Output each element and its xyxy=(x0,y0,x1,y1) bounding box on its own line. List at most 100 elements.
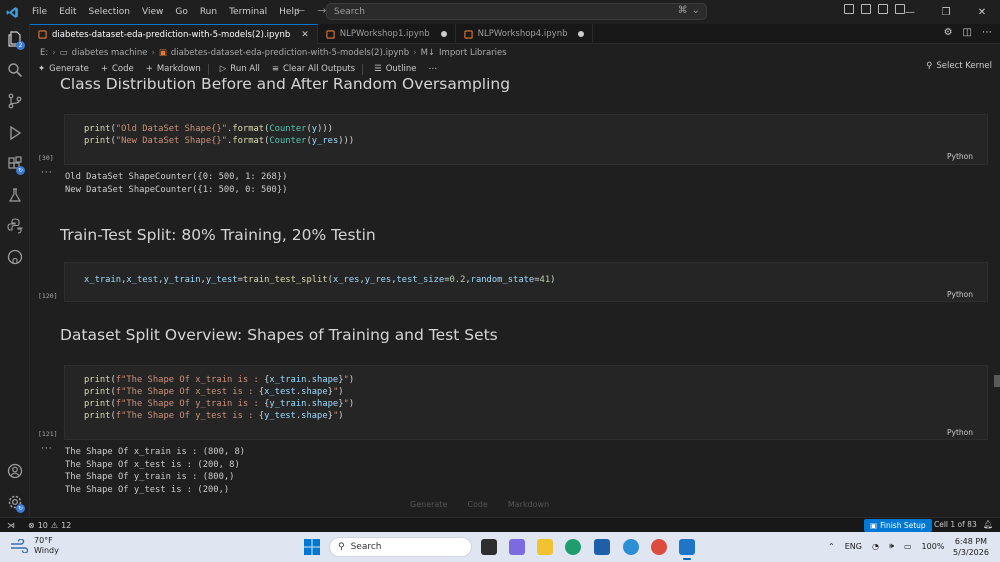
tab-diabetes-notebook[interactable]: diabetes-dataset-eda-prediction-with-5-m… xyxy=(30,24,318,44)
error-icon: ⊗ xyxy=(28,520,35,530)
split-editor-icon[interactable]: ◫ xyxy=(963,27,972,38)
store-app-icon[interactable] xyxy=(594,539,610,555)
file-explorer-icon[interactable] xyxy=(537,539,553,555)
copilot-app-icon[interactable] xyxy=(509,539,525,555)
system-clock[interactable]: 6:48 PM 5/3/2026 xyxy=(953,536,989,558)
run-debug-icon[interactable] xyxy=(7,125,23,141)
tab-label: diabetes-dataset-eda-prediction-with-5-m… xyxy=(52,29,291,40)
copilot-icon[interactable]: ⌘ xyxy=(678,5,688,16)
search-icon[interactable] xyxy=(7,62,23,78)
unsaved-dot-icon[interactable] xyxy=(578,31,585,37)
code-cell-121[interactable]: print(f"The Shape Of x_train is : {x_tra… xyxy=(64,365,988,440)
clock-time: 6:48 PM xyxy=(954,537,988,546)
chrome-browser-icon[interactable] xyxy=(651,539,667,555)
edge-browser-icon[interactable] xyxy=(565,539,581,555)
minimize-icon[interactable]: — xyxy=(892,0,928,24)
more-actions-icon[interactable]: ⋯ xyxy=(982,27,992,38)
generate-button[interactable]: ✦ Generate xyxy=(38,64,89,74)
tab-nlpworkshop1[interactable]: NLPWorkshop1.ipynb xyxy=(318,24,456,44)
breadcrumb-root[interactable]: E: xyxy=(40,48,48,58)
close-window-icon[interactable]: ✕ xyxy=(964,0,1000,24)
ghost-markdown-button[interactable]: Markdown xyxy=(508,500,549,509)
notebook-file-icon xyxy=(326,29,335,39)
chevron-up-icon[interactable]: ⌃ xyxy=(828,542,835,551)
vscode-logo-icon xyxy=(0,0,24,24)
output-ellipsis-icon[interactable]: ··· xyxy=(41,168,53,178)
navigation-arrows: ← → xyxy=(296,4,326,17)
add-markdown-button[interactable]: + Markdown xyxy=(146,64,201,74)
account-icon[interactable] xyxy=(7,463,23,479)
testing-flask-icon[interactable] xyxy=(7,187,23,203)
menu-go[interactable]: Go xyxy=(169,0,193,24)
github-icon[interactable] xyxy=(7,249,23,265)
add-code-button[interactable]: + Code xyxy=(101,64,134,74)
notifications-bell-icon[interactable]: 🔔︎ xyxy=(983,520,993,529)
menu-run[interactable]: Run xyxy=(194,0,223,24)
problems-indicator[interactable]: ⊗ 10 ⚠ 12 xyxy=(28,521,71,530)
title-bar: File Edit Selection View Go Run Terminal… xyxy=(0,0,1000,24)
taskbar-search[interactable]: ⚲ Search xyxy=(329,537,472,557)
more-toolbar-icon[interactable]: ⋯ xyxy=(429,64,438,74)
chevron-right-icon: › xyxy=(52,48,56,58)
menu-view[interactable]: View xyxy=(136,0,169,24)
code-cell-120[interactable]: x_train,x_test,y_train,y_test=train_test… xyxy=(64,262,988,302)
toggle-sidebar-icon[interactable] xyxy=(861,4,871,14)
editor-tabs: diabetes-dataset-eda-prediction-with-5-m… xyxy=(30,24,1000,44)
ghost-generate-button[interactable]: Generate xyxy=(410,500,447,509)
scrollbar-thumb[interactable] xyxy=(994,375,1000,387)
unsaved-dot-icon[interactable] xyxy=(440,31,447,37)
windows-start-icon[interactable] xyxy=(304,539,320,555)
output-ellipsis-icon[interactable]: ··· xyxy=(41,444,53,454)
code-cell-30[interactable]: print("Old DataSet Shape{}".format(Count… xyxy=(64,114,988,165)
vscode-taskbar-icon[interactable] xyxy=(679,539,695,560)
run-all-button[interactable]: ▷ Run All xyxy=(220,64,260,74)
cell-position[interactable]: Cell 1 of 83 xyxy=(934,520,977,529)
weather-condition: Windy xyxy=(34,546,59,555)
toggle-panel-icon[interactable] xyxy=(878,4,888,14)
cell-language-label[interactable]: Python xyxy=(947,290,973,299)
app-icon[interactable] xyxy=(623,539,639,555)
output-line: The Shape Of y_test is : (200,) xyxy=(65,484,230,495)
menu-selection[interactable]: Selection xyxy=(83,0,136,24)
back-arrow-icon[interactable]: ← xyxy=(296,4,305,17)
breadcrumb-folder[interactable]: diabetes machine xyxy=(72,48,148,58)
command-center-search[interactable]: Search ⌘ ⌄ xyxy=(326,3,707,20)
finish-setup-button[interactable]: ▣ Finish Setup xyxy=(864,519,932,532)
language-indicator[interactable]: ENG xyxy=(845,542,862,551)
markdown-heading-2: Train-Test Split: 80% Training, 20% Test… xyxy=(60,226,376,244)
notebook-file-icon xyxy=(38,30,47,39)
layout-split-icon[interactable] xyxy=(844,4,854,14)
weather-text: 70°F Windy xyxy=(34,536,59,556)
remote-indicator-icon[interactable]: ⋊ xyxy=(0,518,22,533)
battery-icon[interactable]: ▭ xyxy=(904,542,912,551)
breadcrumb-file[interactable]: diabetes-dataset-eda-prediction-with-5-m… xyxy=(171,48,409,58)
task-view-icon[interactable] xyxy=(481,539,497,555)
notebook-toolbar: ✦ Generate + Code + Markdown ▷ Run All ≡… xyxy=(30,61,1000,77)
error-count: 10 xyxy=(37,520,48,530)
volume-icon[interactable]: 🕪︎ xyxy=(889,541,894,551)
menu-terminal[interactable]: Terminal xyxy=(223,0,273,24)
menu-file[interactable]: File xyxy=(26,0,53,24)
plus-icon: + xyxy=(100,64,108,74)
breadcrumb-section[interactable]: Import Libraries xyxy=(439,48,507,58)
search-placeholder: Search xyxy=(334,6,365,17)
source-control-icon[interactable] xyxy=(7,93,23,109)
cell-language-label[interactable]: Python xyxy=(947,152,973,161)
notebook-file-icon: ▣ xyxy=(158,48,167,58)
close-tab-icon[interactable]: ✕ xyxy=(301,30,309,40)
weather-widget[interactable]: 70°F Windy xyxy=(10,536,59,556)
select-kernel-button[interactable]: ⚲ Select Kernel xyxy=(926,61,992,71)
ghost-code-button[interactable]: Code xyxy=(467,500,487,509)
chevron-down-icon[interactable]: ⌄ xyxy=(692,5,700,16)
restore-icon[interactable]: ❐ xyxy=(928,0,964,24)
cell-language-label[interactable]: Python xyxy=(947,428,973,437)
menu-edit[interactable]: Edit xyxy=(53,0,82,24)
outline-button[interactable]: ☰ Outline xyxy=(374,64,416,74)
settings-icon[interactable]: ⚙ xyxy=(944,27,953,38)
warning-icon: ⚠ xyxy=(50,520,59,530)
clear-outputs-button[interactable]: ≡ Clear All Outputs xyxy=(272,64,355,74)
wifi-icon[interactable]: ◔ xyxy=(872,542,879,551)
kernel-icon: ⚲ xyxy=(926,61,933,71)
tab-nlpworkshop4[interactable]: NLPWorkshop4.ipynb xyxy=(456,24,594,44)
python-icon[interactable] xyxy=(7,218,23,234)
